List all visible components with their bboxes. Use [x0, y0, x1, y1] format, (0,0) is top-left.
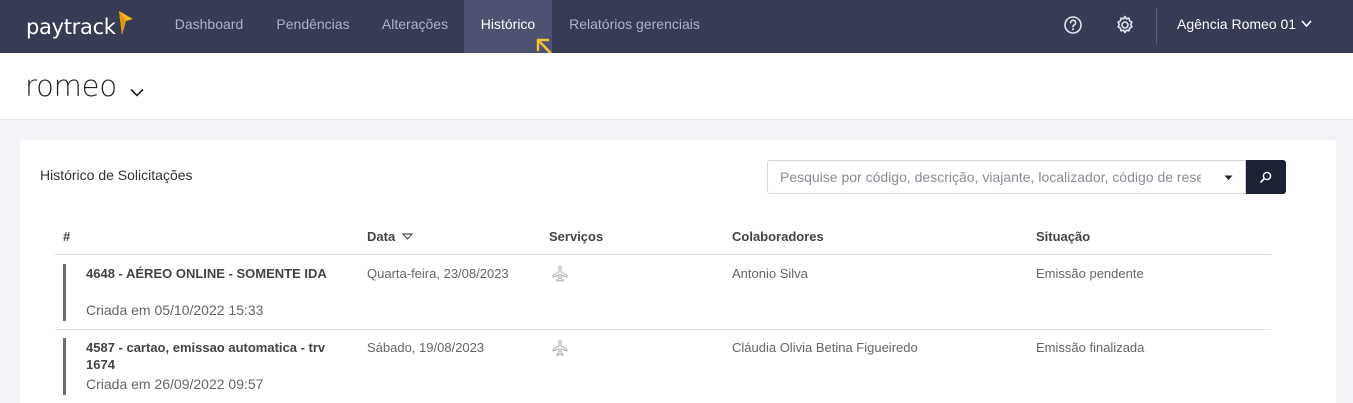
search-input[interactable] [768, 161, 1213, 193]
chevron-down-icon[interactable] [130, 88, 144, 97]
table-header-divider [55, 254, 1271, 255]
search-icon [1260, 171, 1272, 183]
request-date: Sábado, 19/08/2023 [367, 340, 485, 355]
nav-alteracoes[interactable]: Alterações [366, 0, 464, 53]
request-created-date: Criada em 26/09/2022 09:57 [86, 376, 264, 392]
help-icon[interactable] [1062, 14, 1084, 36]
logo-arrow-icon [118, 11, 133, 35]
row-status-bar [63, 264, 66, 321]
nav-pendencias[interactable]: Pendências [262, 0, 364, 53]
column-header-status: Situação [1036, 229, 1091, 244]
request-title[interactable]: 4587 - cartao, emissao automatica - trv … [86, 339, 356, 373]
gear-icon[interactable] [1114, 14, 1136, 36]
column-header-date-label: Data [367, 229, 396, 244]
request-title[interactable]: 4648 - AÉREO ONLINE - SOMENTE IDA [86, 265, 356, 282]
row-status-bar [63, 338, 66, 395]
request-status: Emissão finalizada [1036, 340, 1145, 355]
airplane-icon [552, 266, 568, 282]
nav-dashboard[interactable]: Dashboard [158, 0, 260, 53]
column-header-id: # [63, 229, 71, 244]
logo-text: paytrack [26, 15, 116, 39]
paytrack-logo[interactable]: paytrack [26, 11, 134, 42]
page-header: romeo [0, 53, 1353, 120]
sort-down-icon [401, 232, 414, 240]
agency-selector[interactable]: Agência Romeo 01 [1177, 0, 1312, 53]
caret-down-icon [1224, 175, 1233, 180]
request-date: Quarta-feira, 23/08/2023 [367, 266, 509, 281]
row-divider [55, 329, 1271, 330]
airplane-icon [552, 340, 568, 356]
nav-relatorios-gerenciais[interactable]: Relatórios gerenciais [553, 0, 716, 53]
history-title: Histórico de Solicitações [40, 167, 193, 183]
history-card: Histórico de Solicitações # Data Serviço… [20, 140, 1336, 403]
navbar-divider [1156, 8, 1157, 44]
search-filter-dropdown[interactable] [1213, 160, 1246, 194]
request-status: Emissão pendente [1036, 266, 1144, 281]
request-created-date: Criada em 05/10/2022 15:33 [86, 302, 264, 318]
column-header-collaborators: Colaboradores [732, 229, 824, 244]
agency-name: Agência Romeo 01 [1177, 16, 1297, 32]
search-field[interactable] [767, 160, 1214, 194]
chevron-down-icon [1301, 20, 1312, 27]
page-title[interactable]: romeo [25, 69, 117, 103]
column-header-date[interactable]: Data [367, 229, 414, 244]
search-button[interactable] [1246, 160, 1286, 194]
request-collaborator: Cláudia Olivia Betina Figueiredo [732, 340, 918, 355]
top-navbar: paytrack Dashboard Pendências Alterações… [0, 0, 1353, 53]
request-collaborator: Antonio Silva [732, 266, 808, 281]
column-header-services: Serviços [549, 229, 604, 244]
